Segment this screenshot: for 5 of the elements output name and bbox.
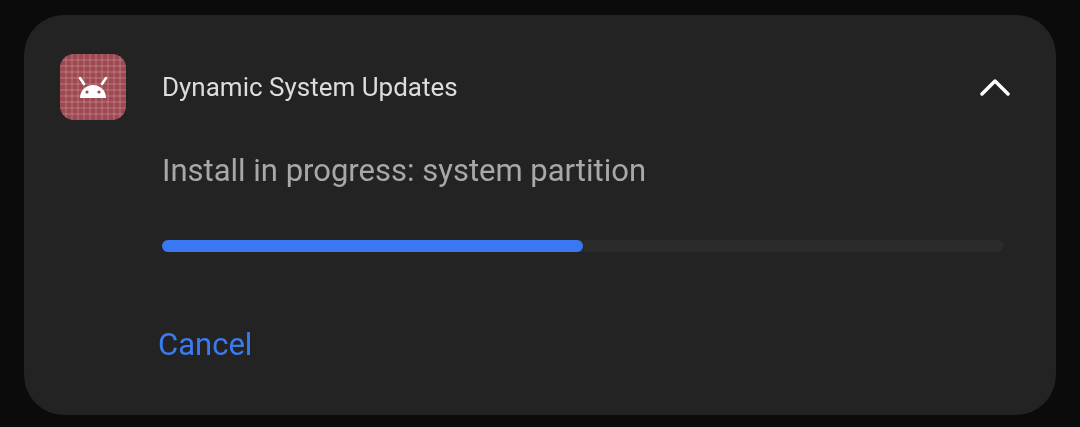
collapse-chevron-icon[interactable] [980, 78, 1010, 96]
android-app-icon [60, 54, 126, 120]
notification-message: Install in progress: system partition [162, 151, 648, 191]
app-name: Dynamic System Updates [162, 70, 459, 104]
cancel-button[interactable]: Cancel [156, 321, 255, 368]
